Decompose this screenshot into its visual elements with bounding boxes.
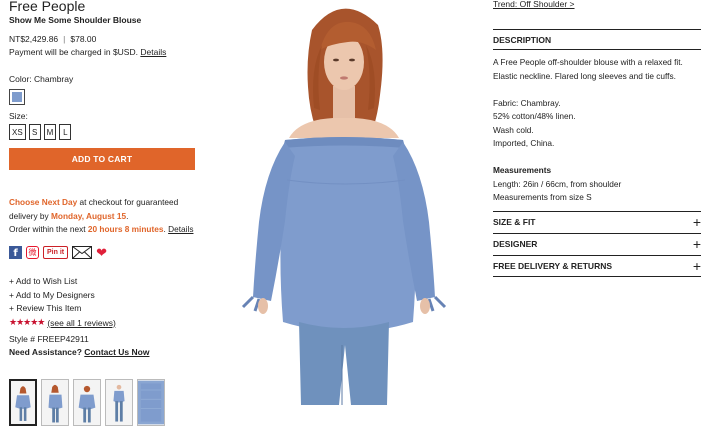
assistance-row: Need Assistance? Contact Us Now bbox=[9, 347, 149, 357]
add-to-cart-button[interactable]: ADD TO CART bbox=[9, 148, 195, 170]
thumbnail-full[interactable] bbox=[105, 379, 133, 426]
heart-icon[interactable]: ❤ bbox=[96, 246, 107, 259]
price-usd: $78.00 bbox=[70, 34, 97, 44]
trend-link-row: Trend: Off Shoulder > bbox=[493, 0, 575, 9]
plus-icon: + bbox=[692, 236, 701, 252]
divider bbox=[493, 211, 701, 212]
measurements-title: Measurements bbox=[493, 165, 552, 175]
weibo-icon[interactable]: 微 bbox=[26, 246, 39, 259]
price-separator: | bbox=[63, 34, 66, 44]
thumbnail-front[interactable] bbox=[9, 379, 37, 426]
description-line: Imported, China. bbox=[493, 138, 555, 148]
description-line: Wash cold. bbox=[493, 124, 534, 135]
color-label: Color: Chambray bbox=[9, 74, 74, 84]
delivery-date: Monday, August 15 bbox=[50, 210, 127, 221]
price-local: NT$2,429.86 bbox=[9, 34, 59, 44]
measurement-line: Measurements from size S bbox=[493, 192, 592, 202]
share-bar: f 微 Pin it ❤ bbox=[9, 246, 107, 259]
description-header[interactable]: DESCRIPTION bbox=[493, 35, 701, 45]
payment-details-link[interactable]: Details bbox=[140, 47, 166, 57]
description-line: A Free People off-shoulder blouse with a… bbox=[493, 57, 683, 67]
add-to-designers-link[interactable]: + Add to My Designers bbox=[9, 289, 95, 303]
payment-note: Payment will be charged in $USD. Details bbox=[9, 47, 166, 57]
divider bbox=[493, 233, 701, 234]
plus-icon: + bbox=[692, 214, 701, 230]
rating-row: ★★★★★ (see all 1 reviews) bbox=[9, 317, 116, 328]
measurement-line: Length: 26in / 66cm, from shoulder bbox=[493, 178, 622, 189]
delivery-returns-accordion[interactable]: FREE DELIVERY & RETURNS + bbox=[493, 258, 701, 274]
product-name: Show Me Some Shoulder Blouse bbox=[9, 15, 142, 25]
description-line: Elastic neckline. Flared long sleeves an… bbox=[493, 70, 676, 81]
choose-next-day: Choose Next Day bbox=[9, 197, 78, 207]
size-option-m[interactable]: M bbox=[43, 124, 57, 140]
email-icon[interactable] bbox=[72, 246, 93, 259]
description-title: DESCRIPTION bbox=[493, 35, 552, 45]
delivery-period: . bbox=[126, 210, 129, 221]
description-line: Fabric: Chambray. bbox=[493, 97, 561, 108]
designer-title: DESIGNER bbox=[493, 239, 538, 249]
size-selector: XS S M L bbox=[9, 124, 72, 140]
size-option-l[interactable]: L bbox=[59, 124, 72, 140]
see-reviews-link[interactable]: (see all 1 reviews) bbox=[47, 318, 116, 328]
facebook-icon[interactable]: f bbox=[9, 246, 22, 259]
divider bbox=[493, 255, 701, 256]
brand-name[interactable]: Free People bbox=[9, 0, 85, 14]
add-to-wishlist-link[interactable]: + Add to Wish List bbox=[9, 275, 95, 289]
size-label: Size: bbox=[9, 111, 28, 121]
thumbnail-fabric[interactable] bbox=[137, 379, 165, 426]
star-rating-icon: ★★★★★ bbox=[9, 317, 45, 327]
size-option-s[interactable]: S bbox=[28, 124, 41, 140]
thumbnail-back[interactable] bbox=[73, 379, 101, 426]
color-swatch-chambray[interactable] bbox=[9, 89, 25, 105]
thumbnail-side[interactable] bbox=[41, 379, 69, 426]
divider bbox=[493, 29, 701, 30]
size-fit-accordion[interactable]: SIZE & FIT + bbox=[493, 214, 701, 230]
product-actions: + Add to Wish List + Add to My Designers… bbox=[9, 275, 95, 316]
swatch-fill bbox=[12, 92, 22, 102]
order-prefix: Order within the next bbox=[9, 224, 88, 234]
delivery-details-link[interactable]: Details bbox=[168, 224, 193, 234]
divider bbox=[493, 276, 701, 277]
description-body: A Free People off-shoulder blouse with a… bbox=[493, 56, 701, 205]
style-number: Style # FREEP42911 bbox=[9, 334, 89, 344]
delivery-returns-title: FREE DELIVERY & RETURNS bbox=[493, 261, 613, 271]
product-main-image[interactable] bbox=[237, 0, 452, 405]
countdown: 20 hours 8 minutes bbox=[87, 224, 164, 234]
thumbnail-strip bbox=[9, 379, 165, 426]
assistance-label: Need Assistance? bbox=[9, 347, 82, 357]
contact-us-link[interactable]: Contact Us Now bbox=[84, 347, 149, 357]
designer-accordion[interactable]: DESIGNER + bbox=[493, 236, 701, 252]
size-option-xs[interactable]: XS bbox=[9, 124, 26, 140]
payment-text: Payment will be charged in $USD. bbox=[9, 47, 138, 57]
divider bbox=[493, 49, 701, 50]
pinterest-button[interactable]: Pin it bbox=[43, 246, 69, 259]
review-item-link[interactable]: + Review This Item bbox=[9, 302, 95, 316]
description-line: 52% cotton/48% linen. bbox=[493, 111, 576, 121]
next-day-delivery-note: Choose Next Day at checkout for guarante… bbox=[9, 196, 199, 237]
plus-icon: + bbox=[692, 258, 701, 274]
price-row: NT$2,429.86 | $78.00 bbox=[9, 34, 96, 44]
size-fit-title: SIZE & FIT bbox=[493, 217, 536, 227]
trend-link[interactable]: Trend: Off Shoulder > bbox=[493, 0, 575, 9]
